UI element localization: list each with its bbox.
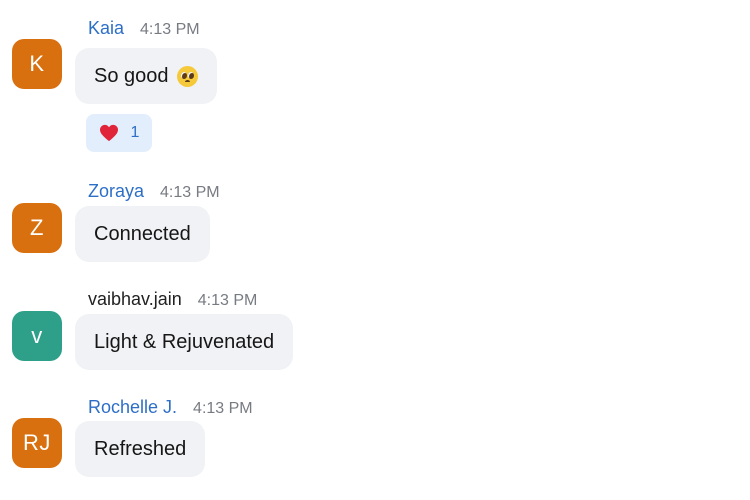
avatar[interactable]: Z — [12, 203, 62, 253]
sender-name[interactable]: vaibhav.jain — [88, 289, 182, 310]
avatar-initials: K — [29, 51, 45, 76]
heart-icon — [99, 124, 118, 142]
message-timestamp: 4:13 PM — [193, 400, 253, 417]
message-header: Kaia 4:13 PM — [88, 18, 200, 40]
message-header: Rochelle J. 4:13 PM — [88, 397, 253, 419]
avatar[interactable]: v — [12, 311, 62, 361]
message-bubble[interactable]: Connected — [75, 206, 210, 262]
message-timestamp: 4:13 PM — [160, 184, 220, 201]
avatar[interactable]: K — [12, 39, 62, 89]
heart-reaction-button[interactable]: 1 — [86, 114, 152, 152]
sender-name[interactable]: Zoraya — [88, 181, 144, 202]
avatar-initials: Z — [30, 215, 44, 240]
sender-name[interactable]: Kaia — [88, 18, 124, 39]
message-text: Refreshed — [94, 437, 187, 460]
message-text: So good — [94, 64, 169, 87]
reaction-count: 1 — [130, 124, 140, 141]
message-timestamp: 4:13 PM — [140, 21, 200, 38]
message-timestamp: 4:13 PM — [197, 292, 258, 309]
message-text: Light & Rejuvenated — [94, 330, 275, 353]
message-bubble[interactable]: So good — [75, 48, 217, 104]
avatar-initials: RJ — [23, 430, 51, 455]
message-header: vaibhav.jain 4:13 PM — [88, 289, 257, 311]
avatar[interactable]: RJ — [12, 418, 62, 468]
message-bubble[interactable]: Refreshed — [75, 421, 206, 477]
sender-name[interactable]: Rochelle J. — [88, 397, 177, 418]
message-text: Connected — [94, 222, 191, 245]
message-header: Zoraya 4:13 PM — [88, 181, 220, 203]
pleading-face-icon — [176, 65, 198, 87]
avatar-initials: v — [31, 323, 43, 348]
message-bubble[interactable]: Light & Rejuvenated — [75, 314, 294, 370]
